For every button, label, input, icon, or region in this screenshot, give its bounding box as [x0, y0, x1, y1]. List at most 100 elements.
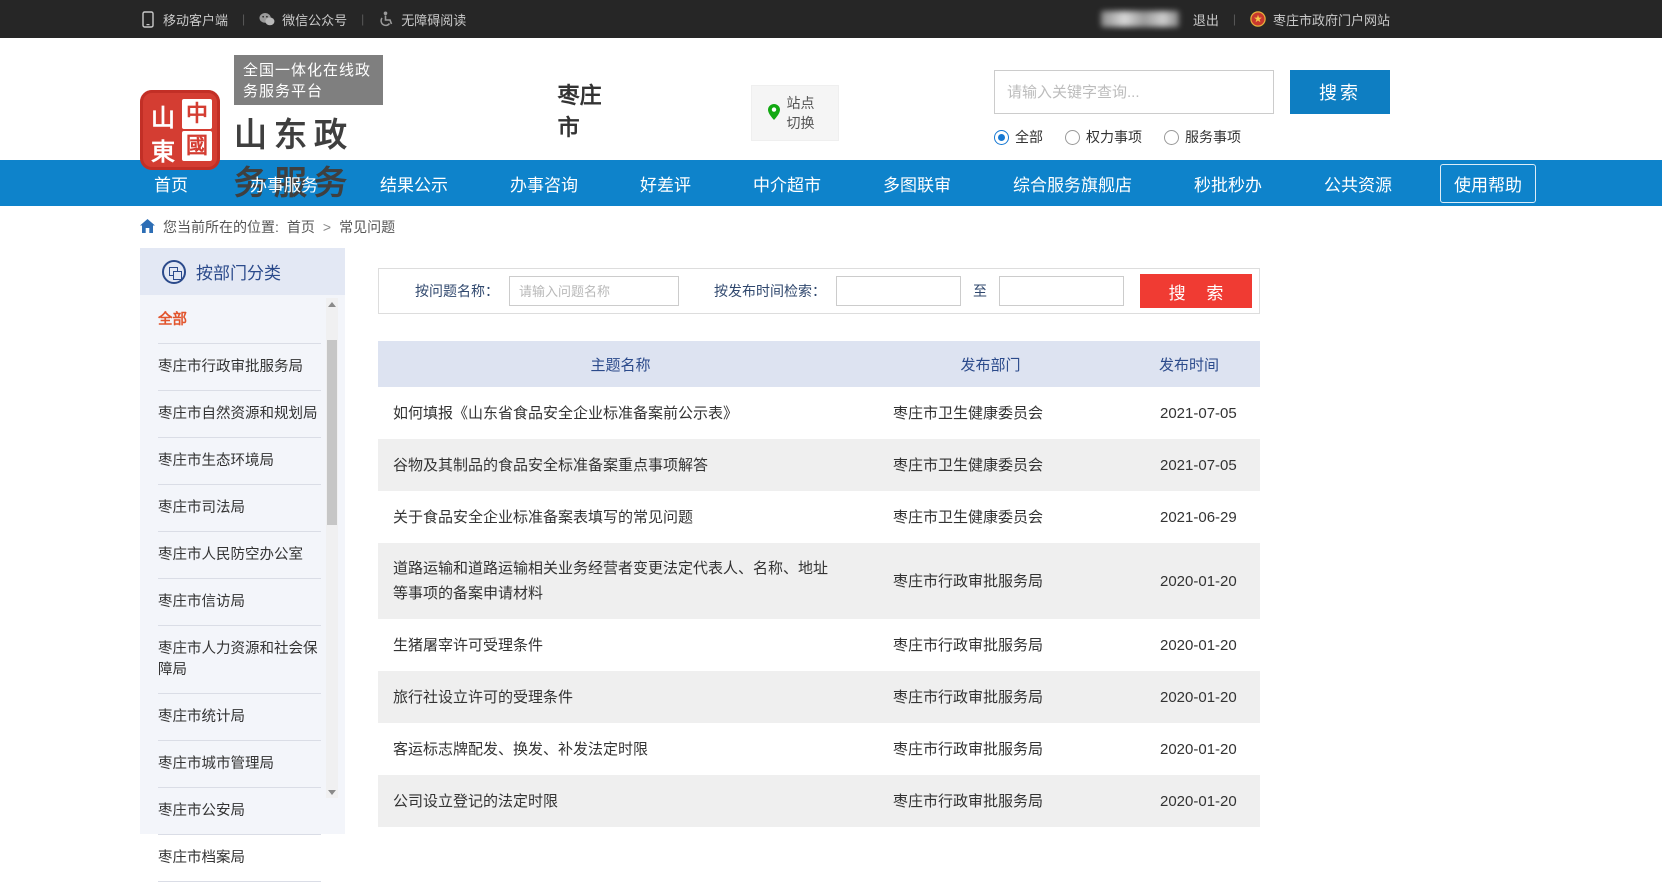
seal-char-block: 中 [182, 99, 212, 129]
date-to-input[interactable] [999, 276, 1124, 306]
department-item[interactable]: 枣庄市生态环境局 [158, 438, 321, 485]
nav-item-综合服务旗舰店[interactable]: 综合服务旗舰店 [999, 164, 1146, 203]
faq-filter-bar: 按问题名称： 按发布时间检索： 至 搜 索 [378, 268, 1260, 314]
department-item[interactable]: 枣庄市自然资源和规划局 [158, 391, 321, 438]
scroll-up-arrow-icon[interactable] [326, 298, 338, 310]
nav-item-办事服务[interactable]: 办事服务 [236, 164, 332, 203]
question-name-label: 按问题名称： [415, 281, 499, 301]
faq-title-link[interactable]: 公司设立登记的法定时限 [378, 776, 863, 827]
date-from-input[interactable] [836, 276, 961, 306]
faq-date: 2021-07-05 [1118, 401, 1260, 426]
nav-item-首页[interactable]: 首页 [140, 164, 202, 203]
faq-title-link[interactable]: 道路运输和道路运输相关业务经营者变更法定代表人、名称、地址等事项的备案申请材料 [378, 543, 863, 619]
header-search-button[interactable]: 搜索 [1290, 70, 1390, 114]
department-item[interactable]: 枣庄市档案局 [158, 835, 321, 882]
current-city: 枣庄市 [558, 78, 606, 142]
filter-search-button[interactable]: 搜 索 [1140, 274, 1252, 308]
nav-item-办事咨询[interactable]: 办事咨询 [496, 164, 592, 203]
logout-link[interactable]: 退出 [1193, 10, 1219, 29]
topbar-divider: | [1233, 12, 1236, 26]
keyword-search-input[interactable] [994, 70, 1274, 114]
mobile-app-label: 移动客户端 [163, 10, 228, 29]
department-item[interactable]: 枣庄市信访局 [158, 579, 321, 626]
faq-department: 枣庄市行政审批服务局 [863, 737, 1118, 762]
faq-date: 2020-01-20 [1118, 569, 1260, 594]
nav-item-秒批秒办[interactable]: 秒批秒办 [1180, 164, 1276, 203]
breadcrumb-home-link[interactable]: 首页 [287, 217, 315, 237]
question-name-input[interactable] [509, 276, 679, 306]
table-body: 如何填报《山东省食品安全企业标准备案前公示表》枣庄市卫生健康委员会2021-07… [378, 387, 1260, 827]
faq-title-link[interactable]: 客运标志牌配发、换发、补发法定时限 [378, 724, 863, 775]
nav-item-多图联审[interactable]: 多图联审 [869, 164, 965, 203]
faq-row: 生猪屠宰许可受理条件枣庄市行政审批服务局2020-01-20 [378, 619, 1260, 671]
department-item[interactable]: 枣庄市司法局 [158, 485, 321, 532]
accessibility-label: 无障碍阅读 [401, 10, 466, 29]
faq-department: 枣庄市行政审批服务局 [863, 569, 1118, 594]
faq-department: 枣庄市卫生健康委员会 [863, 401, 1118, 426]
seal-char: 山 [146, 98, 180, 133]
radio-label: 全部 [1015, 127, 1043, 147]
mobile-app-link[interactable]: 移动客户端 [140, 10, 228, 29]
nav-item-好差评[interactable]: 好差评 [626, 164, 705, 203]
main-panel: 按问题名称： 按发布时间检索： 至 搜 索 主题名称 发布部门 发布时间 如何填… [378, 248, 1260, 827]
column-header-title: 主题名称 [378, 354, 863, 375]
department-item[interactable]: 枣庄市人民防空办公室 [158, 532, 321, 579]
nav-item-中介超市[interactable]: 中介超市 [739, 164, 835, 203]
search-scope-radios: 全部 权力事项 服务事项 [994, 127, 1390, 147]
nav-item-使用帮助[interactable]: 使用帮助 [1440, 164, 1536, 203]
department-item[interactable]: 全部 [158, 297, 321, 344]
faq-title-link[interactable]: 谷物及其制品的食品安全标准备案重点事项解答 [378, 440, 863, 491]
faq-title-link[interactable]: 旅行社设立许可的受理条件 [378, 672, 863, 723]
national-emblem-icon [1250, 11, 1266, 27]
column-header-department: 发布部门 [863, 354, 1118, 375]
seal-char-block: 國 [182, 131, 212, 161]
sidebar-scrollbar[interactable] [326, 298, 338, 798]
search-scope-radio[interactable]: 权力事项 [1065, 127, 1142, 147]
faq-row: 客运标志牌配发、换发、补发法定时限枣庄市行政审批服务局2020-01-20 [378, 723, 1260, 775]
search-scope-radio[interactable]: 服务事项 [1164, 127, 1241, 147]
gov-portal-link[interactable]: 枣庄市政府门户网站 [1250, 10, 1390, 29]
department-item[interactable]: 枣庄市行政审批服务局 [158, 344, 321, 391]
logout-label: 退出 [1193, 10, 1219, 29]
radio-label: 服务事项 [1185, 127, 1241, 147]
main-nav: 首页办事服务结果公示办事咨询好差评中介超市多图联审综合服务旗舰店秒批秒办公共资源… [140, 160, 1390, 206]
faq-date: 2020-01-20 [1118, 685, 1260, 710]
shandong-seal-logo: 山 東 中 國 [140, 90, 220, 170]
breadcrumb-current: 常见问题 [339, 217, 395, 237]
department-item[interactable]: 枣庄市城市管理局 [158, 741, 321, 788]
scrollbar-thumb[interactable] [327, 340, 337, 525]
radio-label: 权力事项 [1086, 127, 1142, 147]
header-search-area: 搜索 全部 权力事项 服务事项 [994, 70, 1390, 147]
department-item[interactable]: 枣庄市人力资源和社会保障局 [158, 626, 321, 694]
wechat-link[interactable]: 微信公众号 [259, 10, 347, 29]
accessibility-link[interactable]: 无障碍阅读 [378, 10, 466, 29]
username-redacted [1101, 11, 1179, 27]
faq-title-link[interactable]: 如何填报《山东省食品安全企业标准备案前公示表》 [378, 388, 863, 439]
faq-date: 2021-07-05 [1118, 453, 1260, 478]
faq-department: 枣庄市卫生健康委员会 [863, 505, 1118, 530]
radio-icon [1065, 130, 1080, 145]
radio-icon [1164, 130, 1179, 145]
site-switch-button[interactable]: 站点切换 [751, 85, 839, 141]
topbar-right-group: 退出 | 枣庄市政府门户网站 [1101, 10, 1390, 29]
department-list: 全部枣庄市行政审批服务局枣庄市自然资源和规划局枣庄市生态环境局枣庄市司法局枣庄市… [140, 295, 345, 882]
publish-date-label: 按发布时间检索： [714, 281, 826, 301]
wechat-icon [259, 11, 275, 27]
faq-row: 谷物及其制品的食品安全标准备案重点事项解答枣庄市卫生健康委员会2021-07-0… [378, 439, 1260, 491]
sidebar-header: 按部门分类 [140, 248, 345, 295]
breadcrumb: 您当前所在的位置: 首页 > 常见问题 [0, 206, 1662, 248]
faq-title-link[interactable]: 生猪屠宰许可受理条件 [378, 620, 863, 671]
nav-item-公共资源[interactable]: 公共资源 [1310, 164, 1406, 203]
scroll-down-arrow-icon[interactable] [326, 786, 338, 798]
faq-title-link[interactable]: 关于食品安全企业标准备案表填写的常见问题 [378, 492, 863, 543]
topbar-divider: | [242, 12, 245, 26]
platform-tag: 全国一体化在线政务服务平台 [234, 55, 383, 105]
topbar-divider: | [361, 12, 364, 26]
faq-row: 道路运输和道路运输相关业务经营者变更法定代表人、名称、地址等事项的备案申请材料枣… [378, 543, 1260, 619]
faq-department: 枣庄市行政审批服务局 [863, 633, 1118, 658]
gov-portal-label: 枣庄市政府门户网站 [1273, 10, 1390, 29]
department-item[interactable]: 枣庄市统计局 [158, 694, 321, 741]
department-item[interactable]: 枣庄市公安局 [158, 788, 321, 835]
search-scope-radio[interactable]: 全部 [994, 127, 1043, 147]
nav-item-结果公示[interactable]: 结果公示 [366, 164, 462, 203]
